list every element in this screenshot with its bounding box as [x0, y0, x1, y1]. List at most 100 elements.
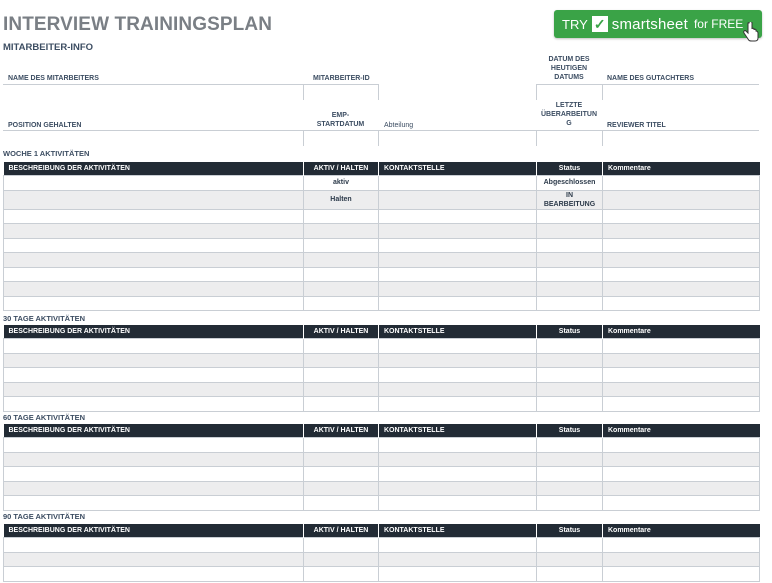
table-cell[interactable]: [602, 237, 760, 253]
table-cell[interactable]: [602, 352, 760, 368]
table-cell[interactable]: [536, 437, 603, 453]
table-cell[interactable]: [303, 381, 379, 397]
table-cell[interactable]: [536, 338, 603, 354]
table-cell[interactable]: [602, 189, 760, 210]
table-cell[interactable]: [536, 566, 603, 582]
table-cell[interactable]: [602, 437, 760, 453]
table-cell[interactable]: [536, 537, 603, 553]
table-cell[interactable]: [378, 566, 537, 582]
table-cell[interactable]: [378, 451, 537, 467]
table-cell[interactable]: [602, 451, 760, 467]
table-cell[interactable]: [3, 281, 304, 297]
table-cell[interactable]: [303, 266, 379, 282]
table-cell[interactable]: [378, 551, 537, 567]
table-cell[interactable]: [602, 551, 760, 567]
table-cell[interactable]: [3, 252, 304, 268]
table-cell[interactable]: [602, 223, 760, 239]
table-cell[interactable]: [3, 266, 304, 282]
table-cell[interactable]: [3, 352, 304, 368]
table-cell[interactable]: [536, 281, 603, 297]
table-cell[interactable]: [536, 381, 603, 397]
table-cell[interactable]: [378, 352, 537, 368]
table-cell[interactable]: [378, 295, 537, 311]
table-cell[interactable]: [303, 352, 379, 368]
table-cell[interactable]: [602, 281, 760, 297]
table-cell[interactable]: [378, 208, 537, 224]
table-cell[interactable]: [378, 367, 537, 383]
table-cell[interactable]: [536, 367, 603, 383]
table-cell[interactable]: [303, 451, 379, 467]
table-cell[interactable]: [536, 451, 603, 467]
table-cell[interactable]: [3, 551, 304, 567]
table-cell[interactable]: [3, 223, 304, 239]
table-cell[interactable]: [3, 451, 304, 467]
table-cell[interactable]: [303, 566, 379, 582]
table-cell[interactable]: [303, 223, 379, 239]
table-cell[interactable]: [602, 295, 760, 311]
table-cell[interactable]: [536, 237, 603, 253]
table-cell[interactable]: [378, 338, 537, 354]
table-cell[interactable]: [3, 566, 304, 582]
table-cell[interactable]: [536, 223, 603, 239]
table-cell[interactable]: [378, 281, 537, 297]
table-cell[interactable]: [536, 208, 603, 224]
table-cell[interactable]: [378, 480, 537, 496]
table-cell[interactable]: [602, 175, 760, 191]
table-cell[interactable]: [3, 437, 304, 453]
table-cell[interactable]: [602, 252, 760, 268]
table-cell[interactable]: [3, 208, 304, 224]
table-cell[interactable]: [536, 396, 603, 412]
table-cell[interactable]: [3, 495, 304, 511]
table-cell[interactable]: [303, 338, 379, 354]
table-cell[interactable]: [378, 266, 537, 282]
table-cell[interactable]: [3, 480, 304, 496]
table-cell[interactable]: [3, 237, 304, 253]
table-cell[interactable]: [602, 208, 760, 224]
table-cell[interactable]: [3, 295, 304, 311]
table-cell[interactable]: [378, 189, 537, 210]
table-cell[interactable]: [3, 466, 304, 482]
table-cell[interactable]: [3, 381, 304, 397]
table-cell[interactable]: [536, 266, 603, 282]
table-cell[interactable]: [303, 466, 379, 482]
status-cell[interactable]: Abgeschlossen: [536, 175, 603, 191]
table-cell[interactable]: [303, 495, 379, 511]
table-cell[interactable]: [3, 338, 304, 354]
table-cell[interactable]: [602, 480, 760, 496]
table-cell[interactable]: [536, 480, 603, 496]
smartsheet-trial-banner[interactable]: TRY ✓ smartsheet for FREE: [554, 10, 762, 38]
table-cell[interactable]: [602, 381, 760, 397]
table-cell[interactable]: [303, 281, 379, 297]
status-cell[interactable]: IN BEARBEITUNG: [536, 189, 603, 210]
table-cell[interactable]: [303, 551, 379, 567]
table-cell[interactable]: [303, 437, 379, 453]
table-cell[interactable]: [378, 437, 537, 453]
table-cell[interactable]: [3, 175, 304, 191]
table-cell[interactable]: [378, 537, 537, 553]
table-cell[interactable]: [536, 295, 603, 311]
table-cell[interactable]: [3, 367, 304, 383]
table-cell[interactable]: [602, 495, 760, 511]
table-cell[interactable]: [602, 367, 760, 383]
table-cell[interactable]: [602, 566, 760, 582]
table-cell[interactable]: [536, 252, 603, 268]
table-cell[interactable]: [536, 495, 603, 511]
table-cell[interactable]: [303, 396, 379, 412]
table-cell[interactable]: [378, 495, 537, 511]
table-cell[interactable]: [303, 295, 379, 311]
table-cell[interactable]: [536, 352, 603, 368]
table-cell[interactable]: [303, 480, 379, 496]
table-cell[interactable]: [303, 537, 379, 553]
active-cell[interactable]: aktiv: [303, 175, 379, 191]
table-cell[interactable]: [3, 396, 304, 412]
table-cell[interactable]: [3, 189, 304, 210]
table-cell[interactable]: [303, 208, 379, 224]
table-cell[interactable]: [602, 537, 760, 553]
table-cell[interactable]: [378, 175, 537, 191]
table-cell[interactable]: [378, 396, 537, 412]
table-cell[interactable]: [536, 466, 603, 482]
table-cell[interactable]: [3, 537, 304, 553]
table-cell[interactable]: [378, 381, 537, 397]
table-cell[interactable]: [378, 252, 537, 268]
table-cell[interactable]: [303, 367, 379, 383]
